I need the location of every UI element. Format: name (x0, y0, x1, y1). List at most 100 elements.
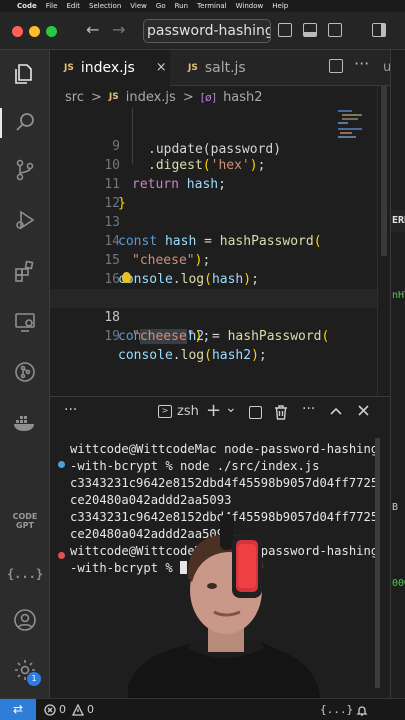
error-count[interactable]: 0 (59, 703, 66, 716)
docker-icon[interactable] (11, 408, 39, 436)
status-bar: ⇄ 0 0 {...} (0, 698, 405, 720)
toggle-panel-icon[interactable] (303, 23, 317, 37)
variable-symbol-icon: [ø] (200, 90, 217, 104)
webcam-presenter-image (128, 514, 324, 720)
terminal-scrollbar[interactable] (375, 438, 380, 688)
toggle-sidebar-icon[interactable] (278, 23, 292, 37)
toggle-secondary-sidebar-icon[interactable] (328, 23, 342, 37)
terminal-toolbar: ··· > zsh + ⌄ ··· (50, 396, 390, 428)
source-control-icon[interactable] (11, 156, 39, 184)
split-terminal-icon[interactable] (249, 406, 262, 419)
back-arrow-icon[interactable]: ← (86, 20, 99, 39)
tab-salt-js[interactable]: JS salt.js (174, 50, 284, 86)
more-actions-icon[interactable]: ··· (354, 54, 369, 73)
more-actions-icon[interactable]: ··· (302, 401, 315, 417)
menu-file[interactable]: File (46, 2, 58, 10)
chevron-down-icon[interactable]: ⌄ (225, 400, 237, 416)
menu-help[interactable]: Help (272, 2, 288, 10)
remote-indicator-icon[interactable]: ⇄ (0, 699, 36, 720)
code-text: console.log(hash2); (118, 348, 267, 363)
minimap[interactable] (336, 108, 376, 168)
customize-layout-icon[interactable] (372, 23, 386, 37)
warning-icon[interactable] (72, 704, 84, 716)
new-terminal-icon[interactable]: + (206, 400, 221, 421)
terminal-line: -with-bcrypt % node ./src/index.js (70, 459, 320, 473)
tab-label: index.js (80, 59, 135, 76)
code-line: 14 "cheese"); (50, 213, 390, 268)
panel-snippet: ERB (392, 215, 405, 226)
menu-view[interactable]: View (130, 2, 147, 10)
activity-bar: CODE GPT {...} 1 (0, 50, 50, 698)
command-decoration-icon[interactable] (58, 461, 65, 468)
account-icon[interactable] (11, 606, 39, 634)
menu-terminal[interactable]: Terminal (197, 2, 227, 10)
code-line: 15 console.log(hash); (50, 232, 390, 287)
terminal-line: c3343231c9642e8152dbd4f45598b9057d04ff77… (70, 476, 379, 490)
search-icon[interactable] (11, 108, 39, 136)
command-decoration-icon[interactable] (58, 552, 65, 559)
breadcrumb-file[interactable]: index.js (126, 90, 176, 105)
remote-explorer-icon[interactable] (11, 308, 39, 336)
terminal-shell-label[interactable]: zsh (177, 404, 199, 419)
tab-label: salt.js (204, 60, 246, 76)
scrollbar-thumb[interactable] (381, 86, 387, 256)
code-line: 16 (50, 251, 390, 287)
close-panel-icon[interactable] (358, 405, 369, 416)
active-indicator (0, 108, 2, 138)
terminal-icon: > (158, 405, 172, 418)
menu-go[interactable]: Go (156, 2, 166, 10)
panel-snippet: nHY (392, 290, 405, 301)
breadcrumb-separator: > (90, 89, 102, 105)
breadcrumb-folder[interactable]: src (65, 90, 84, 105)
code-line-current: 18 "cheese"); (50, 289, 390, 344)
code-line: 13 const hash = hashPassword( (50, 194, 390, 249)
zoom-window-button[interactable] (46, 26, 57, 37)
breadcrumb-symbol[interactable]: hash2 (223, 90, 263, 105)
run-debug-icon[interactable] (11, 206, 39, 234)
close-window-button[interactable] (12, 26, 23, 37)
settings-update-badge: 1 (27, 672, 41, 686)
code-line: 19 console.log(hash2); (50, 308, 390, 363)
menu-edit[interactable]: Edit (66, 2, 80, 10)
menu-code[interactable]: Code (17, 2, 37, 10)
forward-arrow-icon[interactable]: → (112, 20, 125, 39)
terminal-line: ce20480a042addd2aa5093 (70, 493, 232, 507)
editor-scrollbar[interactable] (377, 86, 390, 396)
warning-count[interactable]: 0 (87, 703, 94, 716)
menu-run[interactable]: Run (175, 2, 188, 10)
menu-window[interactable]: Window (236, 2, 264, 10)
close-tab-icon[interactable]: × (156, 60, 167, 75)
javascript-file-icon: JS (64, 62, 74, 73)
editor-tab-bar: JS index.js × JS salt.js ··· (50, 50, 405, 86)
braces-extension-icon[interactable]: {...} (7, 560, 43, 588)
command-center-search[interactable]: password-hashing-w (143, 19, 271, 43)
code-line: 12 (50, 175, 390, 211)
panel-snippet: 00w (392, 578, 405, 589)
panel-snippet: B (392, 502, 399, 513)
breadcrumb-separator: > (182, 89, 194, 105)
trash-icon[interactable] (274, 405, 288, 420)
lightbulb-icon[interactable] (122, 272, 131, 283)
title-bar: ← → password-hashing-w (0, 12, 405, 50)
menu-selection[interactable]: Selection (89, 2, 121, 10)
code-text: "cheese"); (132, 329, 211, 344)
more-actions-icon[interactable]: ··· (64, 402, 77, 418)
bell-icon[interactable] (356, 704, 368, 716)
extensions-icon[interactable] (11, 257, 39, 285)
tab-index-js[interactable]: JS index.js × (50, 50, 170, 86)
explorer-icon[interactable] (11, 60, 39, 88)
secondary-panel: ERB nHY B 00w (390, 50, 405, 698)
javascript-file-icon: JS (108, 92, 119, 102)
code-line: 17 const hash2 = hashPassword( (50, 270, 390, 344)
line-number: 19 (104, 329, 120, 344)
terminal-line: wittcode@WittcodeMac node-password-hashi… (70, 442, 379, 456)
status-extension-label[interactable]: {...} (320, 703, 353, 716)
minimize-window-button[interactable] (29, 26, 40, 37)
macos-menu-bar: Code File Edit Selection View Go Run Ter… (0, 0, 405, 12)
json-viewer-icon[interactable] (11, 508, 39, 536)
breadcrumb: src > JS index.js > [ø] hash2 (50, 86, 390, 108)
maximize-panel-icon[interactable] (330, 407, 342, 415)
split-editor-icon[interactable] (329, 59, 343, 73)
error-icon[interactable] (44, 704, 56, 716)
git-graph-icon[interactable] (11, 358, 39, 386)
